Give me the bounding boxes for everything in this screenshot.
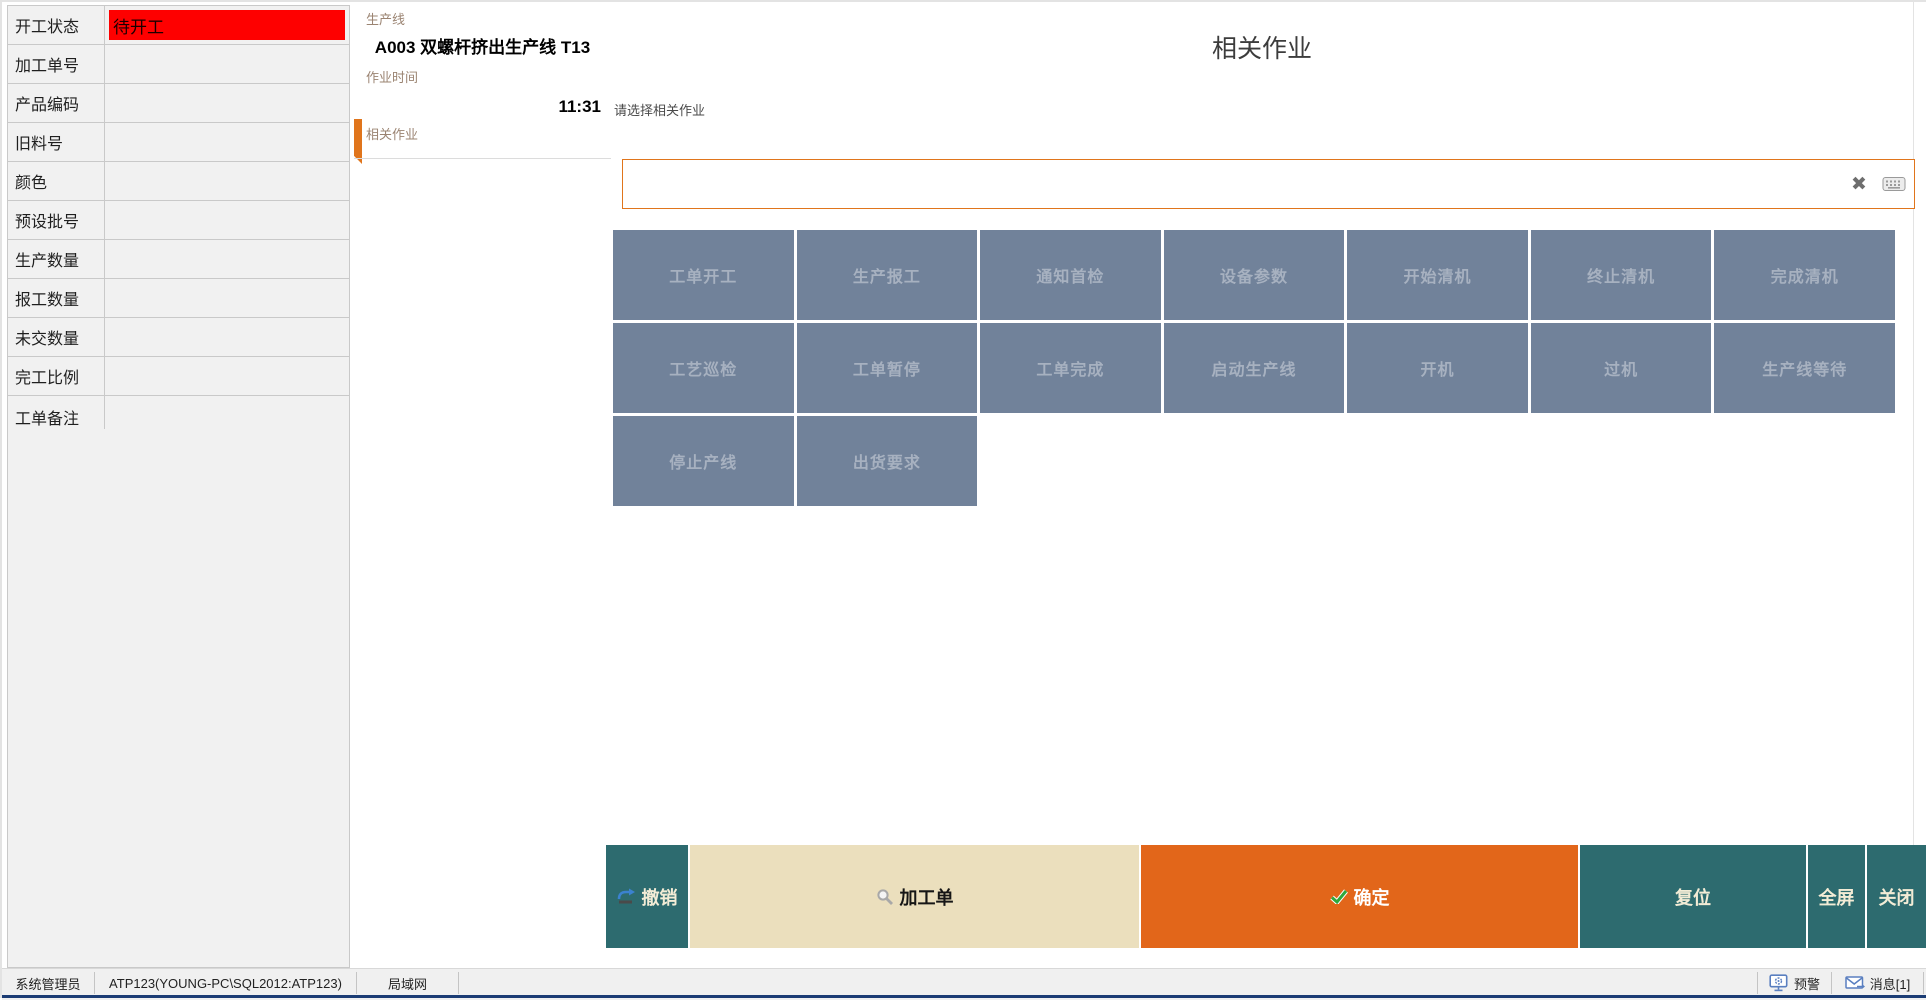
fullscreen-label: 全屏 (1819, 884, 1855, 910)
field-value (105, 45, 349, 83)
nav-item-related-jobs[interactable]: 相关作业 (366, 124, 418, 143)
field-value (105, 318, 349, 356)
tile-notify-first-inspection[interactable]: 通知首检 (980, 230, 1161, 320)
field-label-old-part-no: 旧料号 (8, 123, 105, 161)
tile-start-production-line[interactable]: 启动生产线 (1164, 323, 1345, 413)
tile-finish-machine-cleaning[interactable]: 完成清机 (1714, 230, 1895, 320)
field-value (105, 162, 349, 200)
table-row: 产品编码 (8, 84, 349, 123)
alert-button[interactable]: 预警 (1758, 972, 1832, 994)
alert-label: 预警 (1794, 974, 1820, 993)
monitor-gear-icon (1769, 974, 1789, 992)
page-title: 相关作业 (611, 29, 1913, 65)
field-value (105, 240, 349, 278)
divider (354, 158, 611, 159)
field-value (105, 279, 349, 317)
table-row: 预设批号 (8, 201, 349, 240)
table-row: 完工比例 (8, 357, 349, 396)
field-value (105, 123, 349, 161)
field-label-preset-batch: 预设批号 (8, 201, 105, 239)
fullscreen-button[interactable]: 全屏 (1808, 845, 1865, 948)
select-prompt-label: 请选择相关作业 (614, 100, 705, 119)
check-icon (1330, 889, 1348, 904)
connection-label: ATP123(YOUNG-PC\SQL2012:ATP123) (95, 972, 357, 994)
message-button[interactable]: 消息[1] (1832, 972, 1924, 994)
production-line-label: 生产线 (366, 9, 405, 28)
status-bar-spacer (459, 972, 1758, 994)
field-value (105, 201, 349, 239)
field-label-completion-ratio: 完工比例 (8, 357, 105, 395)
status-bar-cells: 系统管理员 ATP123(YOUNG-PC\SQL2012:ATP123) 局域… (2, 970, 1926, 996)
field-label-product-code: 产品编码 (8, 84, 105, 122)
work-time-label: 作业时间 (366, 67, 418, 86)
envelope-icon (1845, 976, 1865, 991)
context-panel: 生产线 A003 双螺杆挤出生产线 T13 作业时间 11:31 相关作业 (354, 2, 611, 845)
tile-production-report[interactable]: 生产报工 (797, 230, 978, 320)
footer-action-bar: 撤销 加工单 确定 复位 全屏 (606, 845, 1926, 948)
magnifier-icon (876, 888, 894, 906)
work-time-value: 11:31 (558, 97, 601, 117)
undo-icon (617, 888, 636, 905)
clear-icon[interactable]: ✖ (1844, 173, 1874, 196)
tile-process-inspection[interactable]: 工艺巡检 (613, 323, 794, 413)
field-value: 待开工 (105, 6, 349, 44)
field-label-order-remark: 工单备注 (8, 396, 105, 429)
table-row: 工单备注 (8, 396, 349, 967)
close-button[interactable]: 关闭 (1867, 845, 1926, 948)
tile-start-machine-cleaning[interactable]: 开始清机 (1347, 230, 1528, 320)
field-label-production-qty: 生产数量 (8, 240, 105, 278)
field-value (105, 357, 349, 395)
field-label-reported-qty: 报工数量 (8, 279, 105, 317)
job-input[interactable] (623, 164, 1844, 204)
status-badge: 待开工 (109, 10, 345, 40)
field-value (105, 396, 349, 404)
tile-work-order-pause[interactable]: 工单暂停 (797, 323, 978, 413)
table-row: 颜色 (8, 162, 349, 201)
tile-pass-machine[interactable]: 过机 (1531, 323, 1712, 413)
field-value (105, 84, 349, 122)
tile-stop-production-line[interactable]: 停止产线 (613, 416, 794, 506)
tile-equipment-parameters[interactable]: 设备参数 (1164, 230, 1345, 320)
reset-button[interactable]: 复位 (1580, 845, 1806, 948)
user-label: 系统管理员 (2, 972, 95, 994)
undo-label: 撤销 (642, 884, 678, 910)
network-label: 局域网 (357, 972, 459, 994)
reset-label: 复位 (1675, 884, 1711, 910)
status-bar: 系统管理员 ATP123(YOUNG-PC\SQL2012:ATP123) 局域… (2, 968, 1926, 1000)
tile-machine-on[interactable]: 开机 (1347, 323, 1528, 413)
work-order-info-table: 开工状态 待开工 加工单号 产品编码 旧料号 颜色 预设批号 生产数量 (7, 5, 350, 968)
table-row: 开工状态 待开工 (8, 6, 349, 45)
process-order-button[interactable]: 加工单 (690, 845, 1139, 948)
keyboard-icon[interactable] (1874, 176, 1914, 192)
table-row: 报工数量 (8, 279, 349, 318)
close-label: 关闭 (1879, 884, 1915, 910)
message-label: 消息[1] (1870, 974, 1910, 993)
tile-terminate-machine-cleaning[interactable]: 终止清机 (1531, 230, 1712, 320)
undo-button[interactable]: 撤销 (606, 845, 688, 948)
table-row: 生产数量 (8, 240, 349, 279)
tile-shipment-request[interactable]: 出货要求 (797, 416, 978, 506)
confirm-label: 确定 (1354, 884, 1390, 910)
tile-work-order-start[interactable]: 工单开工 (613, 230, 794, 320)
job-search-box: ✖ (622, 159, 1915, 209)
tile-work-order-complete[interactable]: 工单完成 (980, 323, 1161, 413)
production-line-value: A003 双螺杆挤出生产线 T13 (354, 33, 611, 58)
action-tile-grid: 工单开工 生产报工 通知首检 设备参数 开始清机 终止清机 完成清机 工艺巡检 … (613, 230, 1895, 506)
field-label-undelivered-qty: 未交数量 (8, 318, 105, 356)
field-label-color: 颜色 (8, 162, 105, 200)
confirm-button[interactable]: 确定 (1141, 845, 1578, 948)
table-row: 加工单号 (8, 45, 349, 84)
table-row: 旧料号 (8, 123, 349, 162)
field-label-start-status: 开工状态 (8, 6, 105, 44)
related-jobs-pane: 相关作业 请选择相关作业 ✖ 工单开工 生产报工 (611, 2, 1914, 845)
tile-line-waiting[interactable]: 生产线等待 (1714, 323, 1895, 413)
app-window: 开工状态 待开工 加工单号 产品编码 旧料号 颜色 预设批号 生产数量 (0, 0, 1926, 998)
field-label-order-no: 加工单号 (8, 45, 105, 83)
process-order-label: 加工单 (900, 884, 954, 910)
table-row: 未交数量 (8, 318, 349, 357)
